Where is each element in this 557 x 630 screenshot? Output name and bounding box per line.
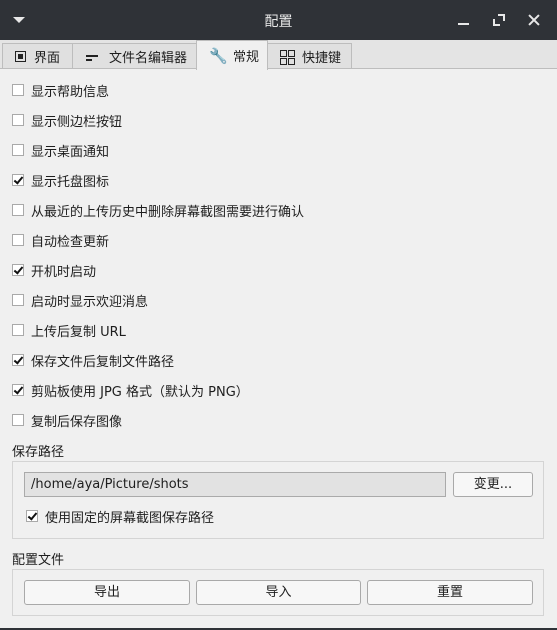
option-show-sidebar-button[interactable]: 显示侧边栏按钮 <box>12 110 122 130</box>
tab-filename-editor[interactable]: 文件名编辑器 <box>72 43 197 69</box>
option-auto-update[interactable]: 自动检查更新 <box>12 230 109 250</box>
option-label: 复制后保存图像 <box>31 414 123 430</box>
tab-label: 界面 <box>34 51 61 66</box>
option-launch-at-startup[interactable]: 开机时启动 <box>12 260 96 280</box>
option-label: 剪贴板使用 JPG 格式（默认为 PNG） <box>31 384 249 400</box>
checkbox[interactable] <box>12 234 24 246</box>
tab-general[interactable]: 🔧 常规 <box>196 40 268 70</box>
option-label: 从最近的上传历史中删除屏幕截图需要进行确认 <box>31 204 305 220</box>
option-copy-file-path[interactable]: 保存文件后复制文件路径 <box>12 350 174 370</box>
option-label: 保存文件后复制文件路径 <box>31 354 175 370</box>
tab-label: 常规 <box>233 50 260 65</box>
option-label: 显示托盘图标 <box>31 174 110 190</box>
checkbox[interactable] <box>12 84 24 96</box>
option-label: 使用固定的屏幕截图保存路径 <box>45 510 215 526</box>
change-path-button[interactable]: 变更... <box>453 472 533 497</box>
option-clipboard-jpg[interactable]: 剪贴板使用 JPG 格式（默认为 PNG） <box>12 380 249 400</box>
checkbox[interactable] <box>26 510 38 522</box>
close-icon[interactable] <box>525 11 543 29</box>
checkbox[interactable] <box>12 114 24 126</box>
tab-divider <box>0 68 557 69</box>
tab-label: 快捷键 <box>302 51 342 66</box>
option-label: 上传后复制 URL <box>31 324 126 340</box>
option-save-after-copy[interactable]: 复制后保存图像 <box>12 410 122 430</box>
save-path-label: 保存路径 <box>12 445 65 460</box>
checkbox[interactable] <box>12 354 24 366</box>
checkbox[interactable] <box>12 294 24 306</box>
checkbox[interactable] <box>12 204 24 216</box>
option-label: 自动检查更新 <box>31 234 110 250</box>
option-show-help[interactable]: 显示帮助信息 <box>12 80 109 100</box>
tab-interface[interactable]: 界面 <box>2 43 73 69</box>
wrench-icon: 🔧 <box>209 46 228 65</box>
option-welcome-message[interactable]: 启动时显示欢迎消息 <box>12 290 148 310</box>
import-button[interactable]: 导入 <box>196 580 361 605</box>
option-label: 开机时启动 <box>31 264 97 280</box>
config-window: 配置 界面 文件名编辑器 🔧 常规 快捷键 显示帮助信息 显示侧边栏按钮 显示桌… <box>0 0 557 630</box>
window-title: 配置 <box>264 14 293 30</box>
title-bar: 配置 <box>0 0 557 40</box>
checkbox[interactable] <box>12 174 24 186</box>
option-tray-icon[interactable]: 显示托盘图标 <box>12 170 109 190</box>
lines-icon <box>85 50 101 64</box>
option-copy-url[interactable]: 上传后复制 URL <box>12 320 126 340</box>
export-button[interactable]: 导出 <box>24 580 190 605</box>
option-fixed-save-path[interactable]: 使用固定的屏幕截图保存路径 <box>26 506 214 526</box>
config-file-label: 配置文件 <box>12 553 65 568</box>
checkbox[interactable] <box>12 324 24 336</box>
maximize-icon[interactable] <box>490 11 508 29</box>
option-label: 显示桌面通知 <box>31 144 110 160</box>
save-path-input[interactable] <box>24 472 446 497</box>
checkbox[interactable] <box>12 384 24 396</box>
checkbox[interactable] <box>12 414 24 426</box>
checkbox[interactable] <box>12 264 24 276</box>
option-label: 显示侧边栏按钮 <box>31 114 123 130</box>
option-desktop-notification[interactable]: 显示桌面通知 <box>12 140 109 160</box>
reset-button[interactable]: 重置 <box>367 580 533 605</box>
option-confirm-delete-history[interactable]: 从最近的上传历史中删除屏幕截图需要进行确认 <box>12 200 304 220</box>
tab-shortcuts[interactable]: 快捷键 <box>267 43 352 69</box>
checkbox[interactable] <box>12 144 24 156</box>
interface-icon <box>15 51 26 62</box>
grid-icon <box>280 49 295 65</box>
tab-bar: 界面 文件名编辑器 🔧 常规 快捷键 <box>0 40 557 70</box>
option-label: 启动时显示欢迎消息 <box>31 294 149 310</box>
option-label: 显示帮助信息 <box>31 84 110 100</box>
minimize-icon[interactable] <box>455 11 473 29</box>
tab-label: 文件名编辑器 <box>109 51 188 66</box>
